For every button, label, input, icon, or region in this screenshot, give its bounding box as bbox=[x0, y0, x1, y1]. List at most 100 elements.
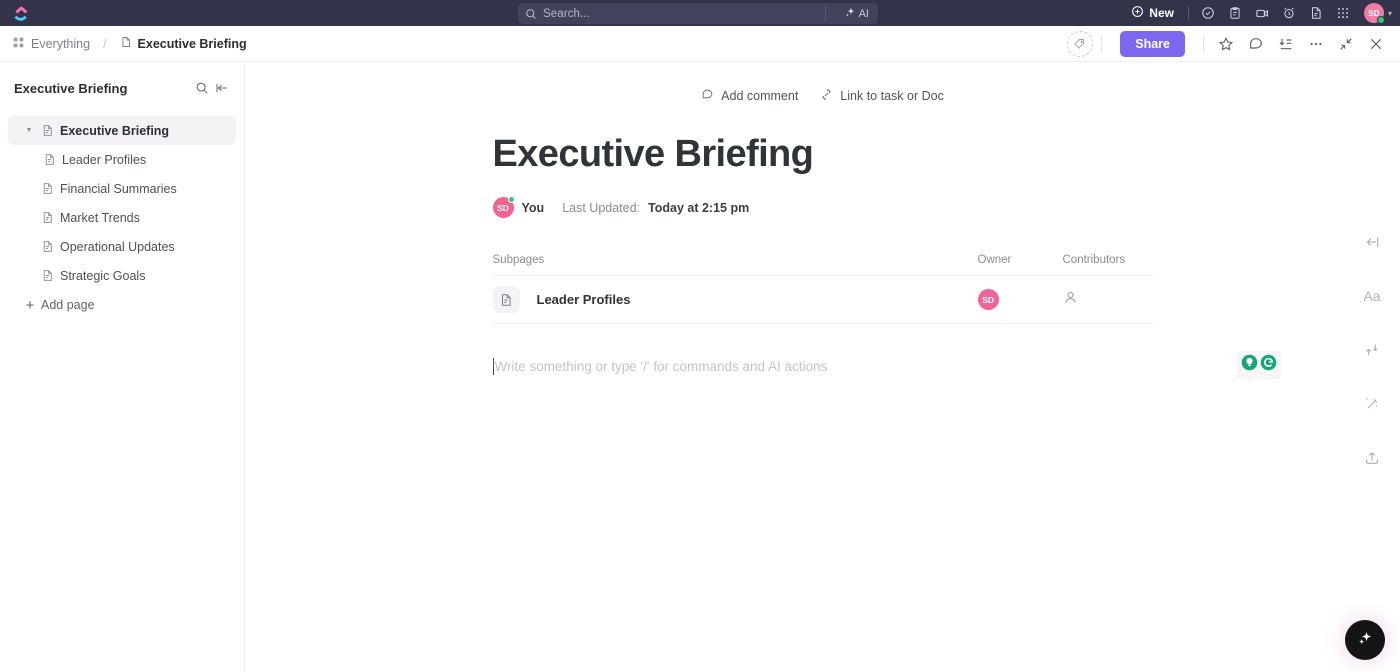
document-editor[interactable]: Write something or type '/' for commands… bbox=[492, 351, 1281, 379]
relationship-icon[interactable] bbox=[1358, 336, 1386, 364]
clickup-logo-icon[interactable] bbox=[8, 5, 34, 22]
sidebar-item-label: Financial Summaries bbox=[60, 181, 177, 196]
new-button[interactable]: New bbox=[1123, 5, 1182, 21]
magic-wand-icon[interactable] bbox=[1358, 390, 1386, 418]
document-icon[interactable] bbox=[1303, 0, 1330, 26]
comment-icon bbox=[701, 88, 714, 104]
document-area: Add comment Link to task or Doc Executiv… bbox=[245, 62, 1400, 672]
ai-assistant-button[interactable] bbox=[1345, 620, 1385, 660]
chevron-down-icon[interactable]: ▾ bbox=[1388, 9, 1392, 18]
alarm-clock-icon[interactable] bbox=[1276, 0, 1303, 26]
more-options-icon[interactable] bbox=[1302, 30, 1330, 58]
document-quick-actions: Add comment Link to task or Doc bbox=[493, 88, 1153, 104]
download-icon[interactable] bbox=[1272, 30, 1300, 58]
avatar: SD bbox=[977, 289, 999, 310]
ai-button[interactable]: AI bbox=[842, 5, 872, 22]
ai-sparkle-icon bbox=[1356, 629, 1374, 652]
document-icon bbox=[36, 182, 58, 195]
plus-circle-icon bbox=[1131, 5, 1144, 21]
share-button[interactable]: Share bbox=[1120, 30, 1185, 57]
ai-label: AI bbox=[858, 7, 869, 20]
text-cursor bbox=[492, 357, 494, 375]
breadcrumb-bar: Everything / Executive Briefing Share bbox=[0, 26, 1400, 62]
document-content: Add comment Link to task or Doc Executiv… bbox=[492, 62, 1281, 379]
search-icon bbox=[525, 8, 537, 20]
grammarly-widget[interactable] bbox=[1236, 351, 1281, 379]
sidebar-item-market-trends[interactable]: Market Trends bbox=[8, 203, 236, 232]
collapse-sidebar-icon[interactable] bbox=[212, 78, 232, 98]
breadcrumb: Everything / Executive Briefing bbox=[12, 36, 247, 52]
divider bbox=[1203, 34, 1204, 53]
link-to-task-button[interactable]: Link to task or Doc bbox=[820, 88, 944, 104]
column-header-owner: Owner bbox=[977, 254, 1012, 266]
top-bar-actions: New SD ▾ bbox=[1123, 0, 1392, 26]
new-button-label: New bbox=[1149, 6, 1174, 20]
page-title[interactable]: Executive Briefing bbox=[493, 133, 1153, 176]
search-placeholder: Search... bbox=[543, 7, 590, 20]
font-size-icon[interactable]: Aa bbox=[1358, 282, 1386, 310]
table-row[interactable]: Leader Profiles SD bbox=[492, 276, 1153, 324]
star-icon[interactable] bbox=[1212, 30, 1240, 58]
last-updated-value: Today at 2:15 pm bbox=[648, 200, 750, 215]
top-navigation-bar: Search... AI New SD ▾ bbox=[0, 0, 1400, 26]
sidebar-item-operational-updates[interactable]: Operational Updates bbox=[8, 232, 236, 261]
page-body: Executive Briefing ▼ Executive Briefing … bbox=[0, 62, 1400, 672]
tag-icon[interactable] bbox=[1067, 30, 1094, 57]
video-camera-icon[interactable] bbox=[1249, 0, 1276, 26]
document-icon bbox=[36, 211, 58, 224]
add-comment-button[interactable]: Add comment bbox=[701, 88, 798, 104]
clipboard-icon[interactable] bbox=[1222, 0, 1249, 26]
divider bbox=[1187, 6, 1189, 20]
document-icon bbox=[120, 36, 132, 51]
subpage-owner[interactable]: SD bbox=[977, 289, 1063, 310]
last-updated-label: Last Updated: bbox=[562, 200, 641, 215]
subpage-contributors[interactable] bbox=[1063, 290, 1153, 310]
sidebar-title: Executive Briefing bbox=[14, 80, 128, 96]
search-icon[interactable] bbox=[192, 78, 212, 98]
apps-grid-icon[interactable] bbox=[1330, 0, 1357, 26]
close-icon[interactable] bbox=[1362, 30, 1390, 58]
page-tree: ▼ Executive Briefing Leader Profiles Fin… bbox=[0, 116, 244, 320]
document-icon bbox=[36, 240, 58, 253]
breadcrumb-separator: / bbox=[103, 36, 107, 51]
person-icon bbox=[1063, 290, 1078, 310]
sidebar-item-label: Market Trends bbox=[60, 210, 140, 225]
divider bbox=[1101, 34, 1103, 53]
global-search[interactable]: Search... AI bbox=[518, 3, 878, 24]
document-icon bbox=[36, 269, 58, 282]
chevron-down-icon[interactable]: ▼ bbox=[22, 127, 36, 134]
document-icon bbox=[38, 153, 60, 166]
sidebar-item-leader-profiles[interactable]: Leader Profiles bbox=[8, 145, 236, 174]
check-circle-icon[interactable] bbox=[1195, 0, 1222, 26]
collapse-icon[interactable] bbox=[1332, 30, 1360, 58]
subpage-name: Leader Profiles bbox=[536, 292, 631, 307]
status-dot-online bbox=[1376, 16, 1385, 24]
sidebar: Executive Briefing ▼ Executive Briefing … bbox=[0, 62, 245, 672]
document-icon bbox=[36, 124, 58, 137]
editor-placeholder: Write something or type '/' for commands… bbox=[494, 358, 828, 374]
sidebar-item-financial-summaries[interactable]: Financial Summaries bbox=[8, 174, 236, 203]
lightbulb-icon[interactable] bbox=[1241, 354, 1258, 376]
sidebar-item-strategic-goals[interactable]: Strategic Goals bbox=[8, 261, 236, 290]
sidebar-item-label: Operational Updates bbox=[60, 239, 175, 254]
user-avatar[interactable]: SD bbox=[1363, 3, 1385, 24]
comment-icon[interactable] bbox=[1242, 30, 1270, 58]
breadcrumb-root[interactable]: Everything bbox=[31, 37, 90, 51]
author-label: You bbox=[521, 200, 545, 215]
link-to-task-label: Link to task or Doc bbox=[840, 89, 944, 103]
add-page-button[interactable]: + Add page bbox=[8, 290, 236, 320]
column-header-subpages: Subpages bbox=[492, 254, 545, 266]
right-rail: Aa bbox=[1344, 62, 1400, 672]
sidebar-item-label: Strategic Goals bbox=[60, 268, 146, 283]
share-export-icon[interactable] bbox=[1358, 444, 1386, 472]
sidebar-item-label: Leader Profiles bbox=[62, 152, 147, 167]
breadcrumb-current[interactable]: Executive Briefing bbox=[138, 37, 247, 51]
search-divider bbox=[825, 6, 826, 21]
avatar-initials: SD bbox=[497, 202, 509, 213]
avatar[interactable]: SD bbox=[492, 196, 515, 218]
document-meta: SD You Last Updated: Today at 2:15 pm bbox=[492, 196, 1153, 218]
collapse-left-icon[interactable] bbox=[1358, 228, 1386, 256]
grammarly-logo-icon[interactable] bbox=[1260, 354, 1277, 376]
sidebar-item-executive-briefing[interactable]: ▼ Executive Briefing bbox=[8, 116, 236, 145]
document-header-actions: Share bbox=[1067, 30, 1390, 58]
